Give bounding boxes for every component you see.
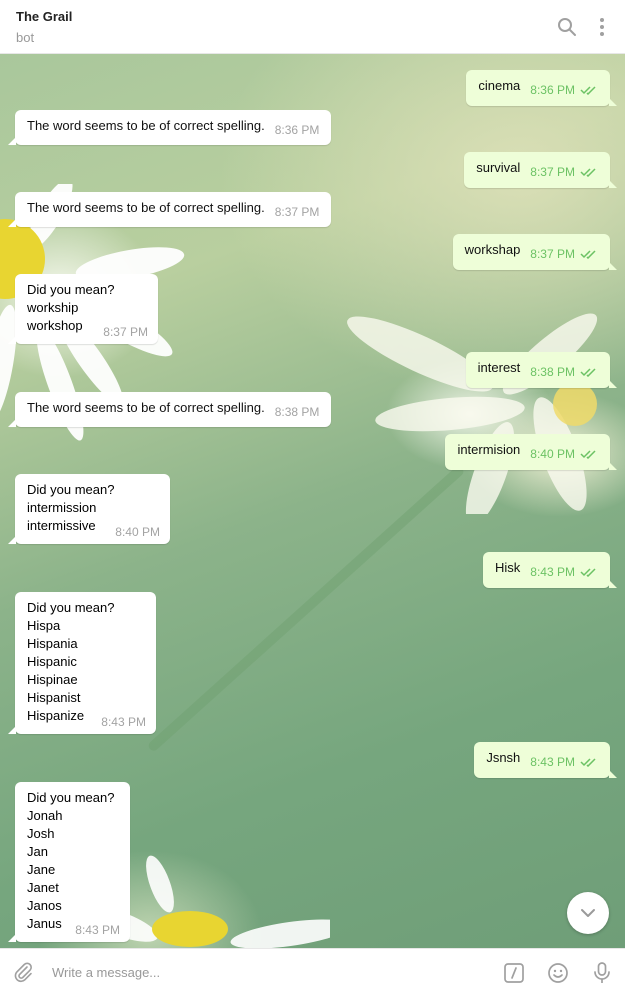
microphone-icon[interactable] (590, 961, 614, 985)
double-check-icon (580, 754, 598, 772)
message-time: 8:36 PM (530, 81, 598, 100)
message-text: The word seems to be of correct spelling… (27, 400, 265, 415)
background-daisy-right (347, 313, 598, 514)
message-time: 8:40 PM (115, 525, 160, 539)
message-outgoing[interactable]: workshap 8:37 PM (452, 234, 618, 270)
message-text: Jsnsh (486, 750, 521, 765)
message-text: Did you mean? Jonah Josh Jan Jane Janet … (27, 790, 115, 931)
search-icon[interactable] (554, 14, 580, 40)
chevron-down-icon (581, 909, 595, 917)
message-text: survival (476, 160, 521, 175)
message-incoming[interactable]: Did you mean? intermission intermissive 8… (8, 474, 170, 544)
message-outgoing[interactable]: survival 8:37 PM (464, 152, 617, 188)
message-outgoing[interactable]: interest 8:38 PM (465, 352, 618, 388)
message-composer (0, 948, 625, 992)
double-check-icon (580, 246, 598, 264)
message-outgoing[interactable]: Hisk 8:43 PM (483, 552, 617, 588)
slash-command-icon[interactable] (502, 961, 526, 985)
message-time: 8:43 PM (75, 923, 120, 937)
double-check-icon (580, 364, 598, 382)
message-outgoing[interactable]: Jsnsh 8:43 PM (474, 742, 617, 778)
message-incoming[interactable]: The word seems to be of correct spelling… (7, 392, 332, 427)
message-time: 8:40 PM (530, 445, 598, 464)
message-text: The word seems to be of correct spelling… (27, 118, 265, 133)
message-input[interactable] (52, 961, 482, 983)
message-time: 8:37 PM (530, 245, 598, 264)
chat-header: The Grail bot (0, 0, 625, 54)
message-outgoing[interactable]: cinema 8:36 PM (466, 70, 617, 106)
more-vertical-icon[interactable] (589, 14, 615, 40)
message-incoming[interactable]: Did you mean? Hispa Hispania Hispanic Hi… (8, 592, 156, 734)
double-check-icon (580, 564, 598, 582)
smile-icon[interactable] (546, 961, 570, 985)
message-time: 8:37 PM (274, 205, 320, 219)
message-incoming[interactable]: The word seems to be of correct spelling… (7, 110, 332, 145)
message-time: 8:37 PM (103, 325, 148, 339)
message-time: 8:36 PM (274, 123, 320, 137)
message-time: 8:43 PM (101, 715, 146, 729)
message-text: cinema (478, 78, 521, 93)
message-text: Hisk (495, 560, 521, 575)
message-text: The word seems to be of correct spelling… (27, 200, 265, 215)
message-time: 8:37 PM (530, 163, 598, 182)
message-time: 8:43 PM (530, 563, 598, 582)
message-incoming[interactable]: Did you mean? workship workshop 8:37 PM (8, 274, 158, 344)
message-text: Did you mean? Hispa Hispania Hispanic Hi… (27, 600, 115, 723)
message-text: interest (477, 360, 521, 375)
message-text: workshap (464, 242, 521, 257)
scroll-down-button[interactable] (567, 892, 609, 934)
background-stem (146, 464, 466, 753)
double-check-icon (580, 82, 598, 100)
message-outgoing[interactable]: intermision 8:40 PM (445, 434, 617, 470)
double-check-icon (580, 164, 598, 182)
message-time: 8:38 PM (274, 405, 320, 419)
chat-area[interactable]: cinema 8:36 PM The word seems to be of co… (0, 54, 625, 948)
double-check-icon (580, 446, 598, 464)
chat-subtitle: bot (16, 30, 35, 45)
message-incoming[interactable]: The word seems to be of correct spelling… (7, 192, 332, 227)
message-text: intermision (457, 442, 521, 457)
paperclip-icon[interactable] (12, 961, 34, 983)
chat-title[interactable]: The Grail (16, 9, 72, 24)
message-time: 8:38 PM (530, 363, 598, 382)
message-incoming[interactable]: Did you mean? Jonah Josh Jan Jane Janet … (8, 782, 130, 942)
message-time: 8:43 PM (530, 753, 598, 772)
